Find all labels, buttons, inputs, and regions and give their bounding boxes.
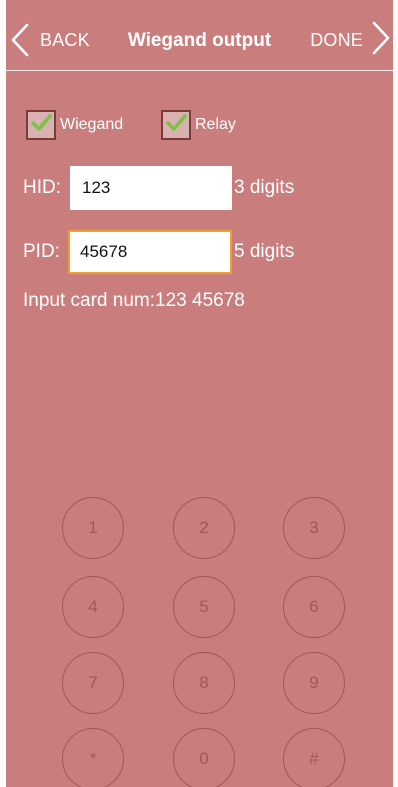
header-divider (6, 70, 393, 71)
key-1[interactable]: 1 (62, 497, 124, 559)
relay-label: Relay (195, 116, 236, 133)
wiegand-label: Wiegand (60, 116, 124, 133)
hid-input[interactable] (70, 166, 232, 210)
relay-checkbox-row[interactable]: Relay (161, 110, 236, 140)
key-0[interactable]: 0 (173, 728, 235, 787)
key-7[interactable]: 7 (62, 652, 124, 714)
done-button[interactable]: DONE (310, 20, 391, 61)
key-6[interactable]: 6 (283, 576, 345, 638)
hid-label: HID: (23, 177, 61, 198)
done-label: DONE (310, 29, 363, 50)
key-9[interactable]: 9 (283, 652, 345, 714)
key-5[interactable]: 5 (173, 576, 235, 638)
wiegand-checkbox-row[interactable]: Wiegand (26, 110, 123, 140)
chevron-right-icon (371, 20, 391, 61)
hid-digits-hint: 3 digits (234, 177, 295, 198)
key-3[interactable]: 3 (283, 497, 345, 559)
key-4[interactable]: 4 (62, 576, 124, 638)
relay-checkbox[interactable] (161, 110, 191, 140)
pid-label: PID: (23, 241, 60, 262)
pid-digits-hint: 5 digits (234, 241, 295, 262)
checkmark-icon (165, 113, 187, 138)
key-8[interactable]: 8 (173, 652, 235, 714)
pid-input[interactable] (68, 230, 232, 274)
checkmark-icon (30, 113, 52, 138)
key-hash[interactable]: # (283, 728, 345, 787)
header-bar: BACK Wiegand output DONE (6, 0, 393, 70)
wiegand-checkbox[interactable] (26, 110, 56, 140)
key-2[interactable]: 2 (173, 497, 235, 559)
wiegand-output-screen: BACK Wiegand output DONE Wiegand Relay H… (6, 0, 393, 787)
key-star[interactable]: * (62, 728, 124, 787)
input-card-number: Input card num:123 45678 (23, 290, 245, 311)
